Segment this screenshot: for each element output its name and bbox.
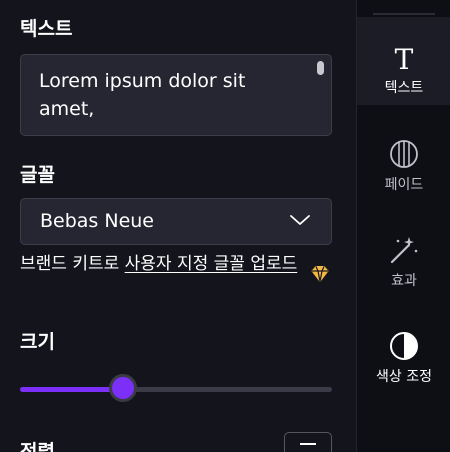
text-T-icon: T (395, 43, 414, 73)
text-content-value: Lorem ipsum dolor sit amet, (39, 70, 246, 120)
rail-item-label: 텍스트 (384, 80, 424, 96)
brand-kit-prefix: 브랜드 키트로 (20, 254, 125, 274)
text-content-input[interactable]: Lorem ipsum dolor sit amet, (20, 54, 332, 136)
rail-item-effects[interactable]: 효과 (357, 209, 450, 297)
rail-item-fade[interactable]: 페이드 (357, 113, 450, 201)
size-slider-track[interactable] (20, 387, 332, 392)
tool-rail: T 텍스트 페이드 효과 색상 조정 (356, 0, 450, 452)
rail-item-text[interactable]: T 텍스트 (357, 17, 450, 105)
brand-kit-note: 브랜드 키트로 사용자 지정 글꼴 업로드 (20, 253, 305, 275)
text-properties-panel: 텍스트 Lorem ipsum dolor sit amet, 글꼴 Bebas… (0, 0, 356, 452)
chevron-down-icon (290, 215, 310, 225)
svg-text:T: T (395, 43, 414, 73)
font-select-value: Bebas Neue (40, 210, 154, 232)
size-slider-fill (20, 387, 123, 392)
rail-divider (373, 13, 435, 15)
size-section-title: 크기 (20, 331, 55, 353)
textbox-scrollbar[interactable] (317, 61, 324, 75)
upload-custom-font-link[interactable]: 사용자 지정 글꼴 업로드 (125, 254, 298, 274)
rail-item-label: 효과 (391, 273, 417, 289)
fade-circle-icon (390, 140, 418, 168)
font-select[interactable]: Bebas Neue (20, 198, 332, 245)
rail-item-label: 페이드 (384, 177, 424, 193)
size-slider-thumb[interactable] (108, 374, 137, 402)
minus-icon (300, 443, 316, 445)
rail-item-color-adjust[interactable]: 색상 조정 (357, 305, 450, 393)
rail-item-label: 색상 조정 (376, 369, 432, 385)
font-section-title: 글꼴 (20, 164, 55, 186)
align-section-title: 정렬 (20, 441, 55, 452)
magic-wand-icon (390, 237, 418, 264)
premium-diamond-icon (311, 266, 329, 282)
contrast-circle-icon (390, 332, 418, 360)
align-collapse-button[interactable] (284, 432, 332, 452)
text-section-title: 텍스트 (20, 18, 73, 40)
